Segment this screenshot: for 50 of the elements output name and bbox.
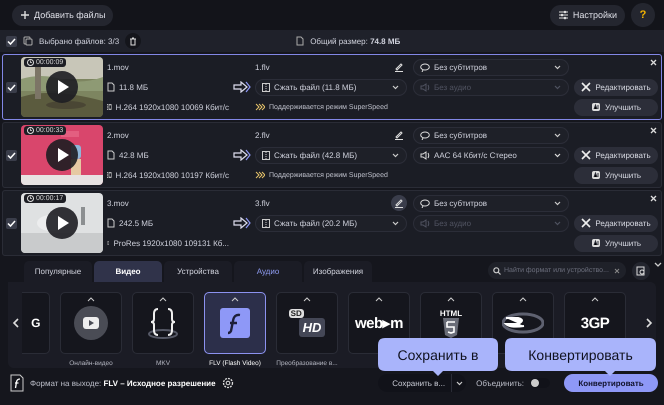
subtitles-dropdown[interactable]: Без субтитров xyxy=(413,194,569,212)
audio-dropdown: Без аудио xyxy=(413,78,569,96)
format-tab[interactable]: Изображения xyxy=(304,261,372,282)
codec-info: H.264 1920x1080 10069 Кбит/с xyxy=(116,102,229,112)
file-name: 3.mov xyxy=(107,198,130,210)
tooltip: Сохранить в xyxy=(378,338,498,376)
compress-dropdown[interactable]: Сжать файл (11.8 МБ) xyxy=(255,78,407,96)
convert-button[interactable]: Конвертировать xyxy=(564,374,658,392)
output-name: 3.flv xyxy=(255,198,270,208)
add-files-button[interactable]: Добавить файлы xyxy=(12,4,114,26)
enhance-button[interactable]: Улучшить xyxy=(574,166,658,184)
output-name: 1.flv xyxy=(255,62,270,72)
format-logo: SD xyxy=(288,309,304,318)
format-logo: web▸m xyxy=(354,314,403,332)
audio-dropdown: Без аудио xyxy=(413,214,569,232)
subtitles-dropdown[interactable]: Без субтитров xyxy=(413,126,569,144)
enhance-button[interactable]: Улучшить xyxy=(574,234,658,252)
output-name: 2.flv xyxy=(255,130,270,140)
format-logo: G xyxy=(31,316,40,330)
format-tile[interactable]: G xyxy=(22,292,50,354)
output-format-label: Формат на выходе: FLV – Исходное разрешение xyxy=(30,378,216,388)
edit-button[interactable]: Редактировать xyxy=(574,214,658,232)
compress-dropdown[interactable]: Сжать файл (20.2 МБ) xyxy=(255,214,407,232)
format-logo: 3GP xyxy=(580,314,610,332)
tooltip: Конвертировать xyxy=(505,338,656,376)
merge-label: Объединить: xyxy=(476,378,524,388)
edit-button[interactable]: Редактировать xyxy=(574,78,658,96)
file-size: 242.5 МБ xyxy=(119,218,154,228)
settings-button[interactable]: Настройки xyxy=(550,4,625,26)
selected-count: Выбрано файлов: 3/3 xyxy=(39,36,120,46)
format-logo: HD xyxy=(298,318,326,337)
file-size: 11.8 МБ xyxy=(119,82,148,92)
subtitles-dropdown[interactable]: Без субтитров xyxy=(413,58,569,76)
help-button[interactable]: ? xyxy=(631,3,655,27)
total-size: Общий размер: 74.8 МБ xyxy=(310,36,400,46)
enhance-button[interactable]: Улучшить xyxy=(574,98,658,116)
format-tab[interactable]: Популярные xyxy=(24,261,92,282)
codec-info: ProRes 1920x1080 109131 Кб... xyxy=(113,238,229,248)
format-tab[interactable]: Аудио xyxy=(234,261,302,282)
format-logo: HTML xyxy=(440,308,462,318)
format-tab[interactable]: Устройства xyxy=(164,261,232,282)
file-size: 42.8 МБ xyxy=(119,150,149,160)
codec-info: H.264 1920x1080 10197 Кбит/с xyxy=(116,170,229,180)
audio-dropdown[interactable]: AAC 64 Кбит/с Стерео xyxy=(413,146,569,164)
format-tile[interactable]: SD HD xyxy=(276,292,338,354)
file-name: 1.mov xyxy=(107,62,130,74)
edit-button[interactable]: Редактировать xyxy=(574,146,658,164)
format-tab[interactable]: Видео xyxy=(94,261,162,282)
compress-dropdown[interactable]: Сжать файл (42.8 МБ) xyxy=(255,146,407,164)
file-name: 2.mov xyxy=(107,130,130,142)
